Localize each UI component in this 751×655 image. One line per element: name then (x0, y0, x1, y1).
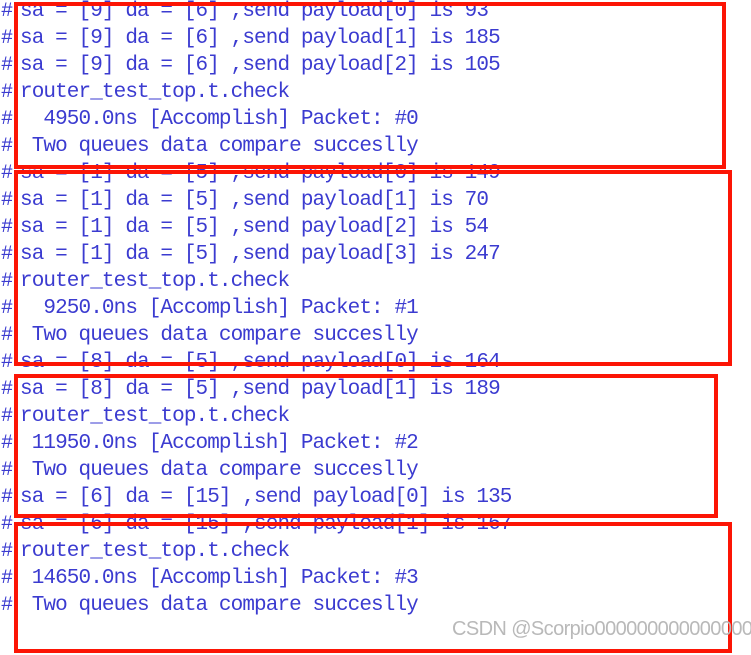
log-line: sa = [1] da = [5] ,send payload[0] is 14… (20, 162, 501, 185)
prompt-hash: # (1, 351, 14, 374)
log-line: Two queues data compare succeslly (20, 324, 419, 347)
prompt-hash: # (1, 540, 14, 563)
log-line: sa = [9] da = [6] ,send payload[1] is 18… (20, 27, 501, 50)
prompt-hash: # (1, 513, 14, 536)
log-line: sa = [1] da = [5] ,send payload[2] is 54 (20, 216, 489, 239)
prompt-hash: # (1, 189, 14, 212)
prompt-hash: # (1, 324, 14, 347)
prompt-hash: # (1, 54, 14, 77)
prompt-hash: # (1, 486, 14, 509)
prompt-hash: # (1, 297, 14, 320)
prompt-hash: # (1, 0, 14, 23)
log-line: sa = [6] da = [15] ,send payload[1] is 1… (20, 513, 512, 536)
prompt-hash: # (1, 378, 14, 401)
prompt-hash: # (1, 162, 14, 185)
prompt-hash: # (1, 81, 14, 104)
prompt-hash: # (1, 594, 14, 617)
log-line: sa = [1] da = [5] ,send payload[3] is 24… (20, 243, 501, 266)
prompt-hash: # (1, 108, 14, 131)
prompt-hash: # (1, 405, 14, 428)
log-line: sa = [6] da = [15] ,send payload[0] is 1… (20, 486, 512, 509)
prompt-hash: # (1, 270, 14, 293)
log-line: 14650.0ns [Accomplish] Packet: #3 (20, 567, 419, 590)
log-line: router_test_top.t.check (20, 270, 290, 293)
log-line: sa = [9] da = [6] ,send payload[0] is 93 (20, 0, 489, 23)
log-line: 11950.0ns [Accomplish] Packet: #2 (20, 432, 419, 455)
log-line: Two queues data compare succeslly (20, 135, 419, 158)
prompt-hash: # (1, 135, 14, 158)
log-line: Two queues data compare succeslly (20, 594, 419, 617)
log-line: sa = [8] da = [5] ,send payload[1] is 18… (20, 378, 501, 401)
log-line: 4950.0ns [Accomplish] Packet: #0 (20, 108, 418, 131)
prompt-hash: # (1, 567, 14, 590)
log-line: Two queues data compare succeslly (20, 459, 419, 482)
log-line: sa = [1] da = [5] ,send payload[1] is 70 (20, 189, 489, 212)
log-line: sa = [9] da = [6] ,send payload[2] is 10… (20, 54, 501, 77)
log-line-list: sa = [9] da = [6] ,send payload[0] is 93… (0, 0, 751, 655)
prompt-hash: # (1, 432, 14, 455)
log-line: router_test_top.t.check (20, 81, 290, 104)
prompt-hash: # (1, 27, 14, 50)
prompt-gutter: # # # # # # # # # # # # # # # # # # # # # # # (0, 0, 16, 655)
log-line: router_test_top.t.check (20, 405, 290, 428)
prompt-hash: # (1, 459, 14, 482)
prompt-hash: # (1, 216, 14, 239)
log-line: router_test_top.t.check (20, 540, 290, 563)
log-line: sa = [8] da = [5] ,send payload[0] is 16… (20, 351, 501, 374)
simulation-console-output: # # # # # # # # # # # # # # # # # # # # # # # sa = [9] da = [6… (0, 0, 751, 655)
prompt-hash: # (1, 243, 14, 266)
log-line: 9250.0ns [Accomplish] Packet: #1 (20, 297, 418, 320)
